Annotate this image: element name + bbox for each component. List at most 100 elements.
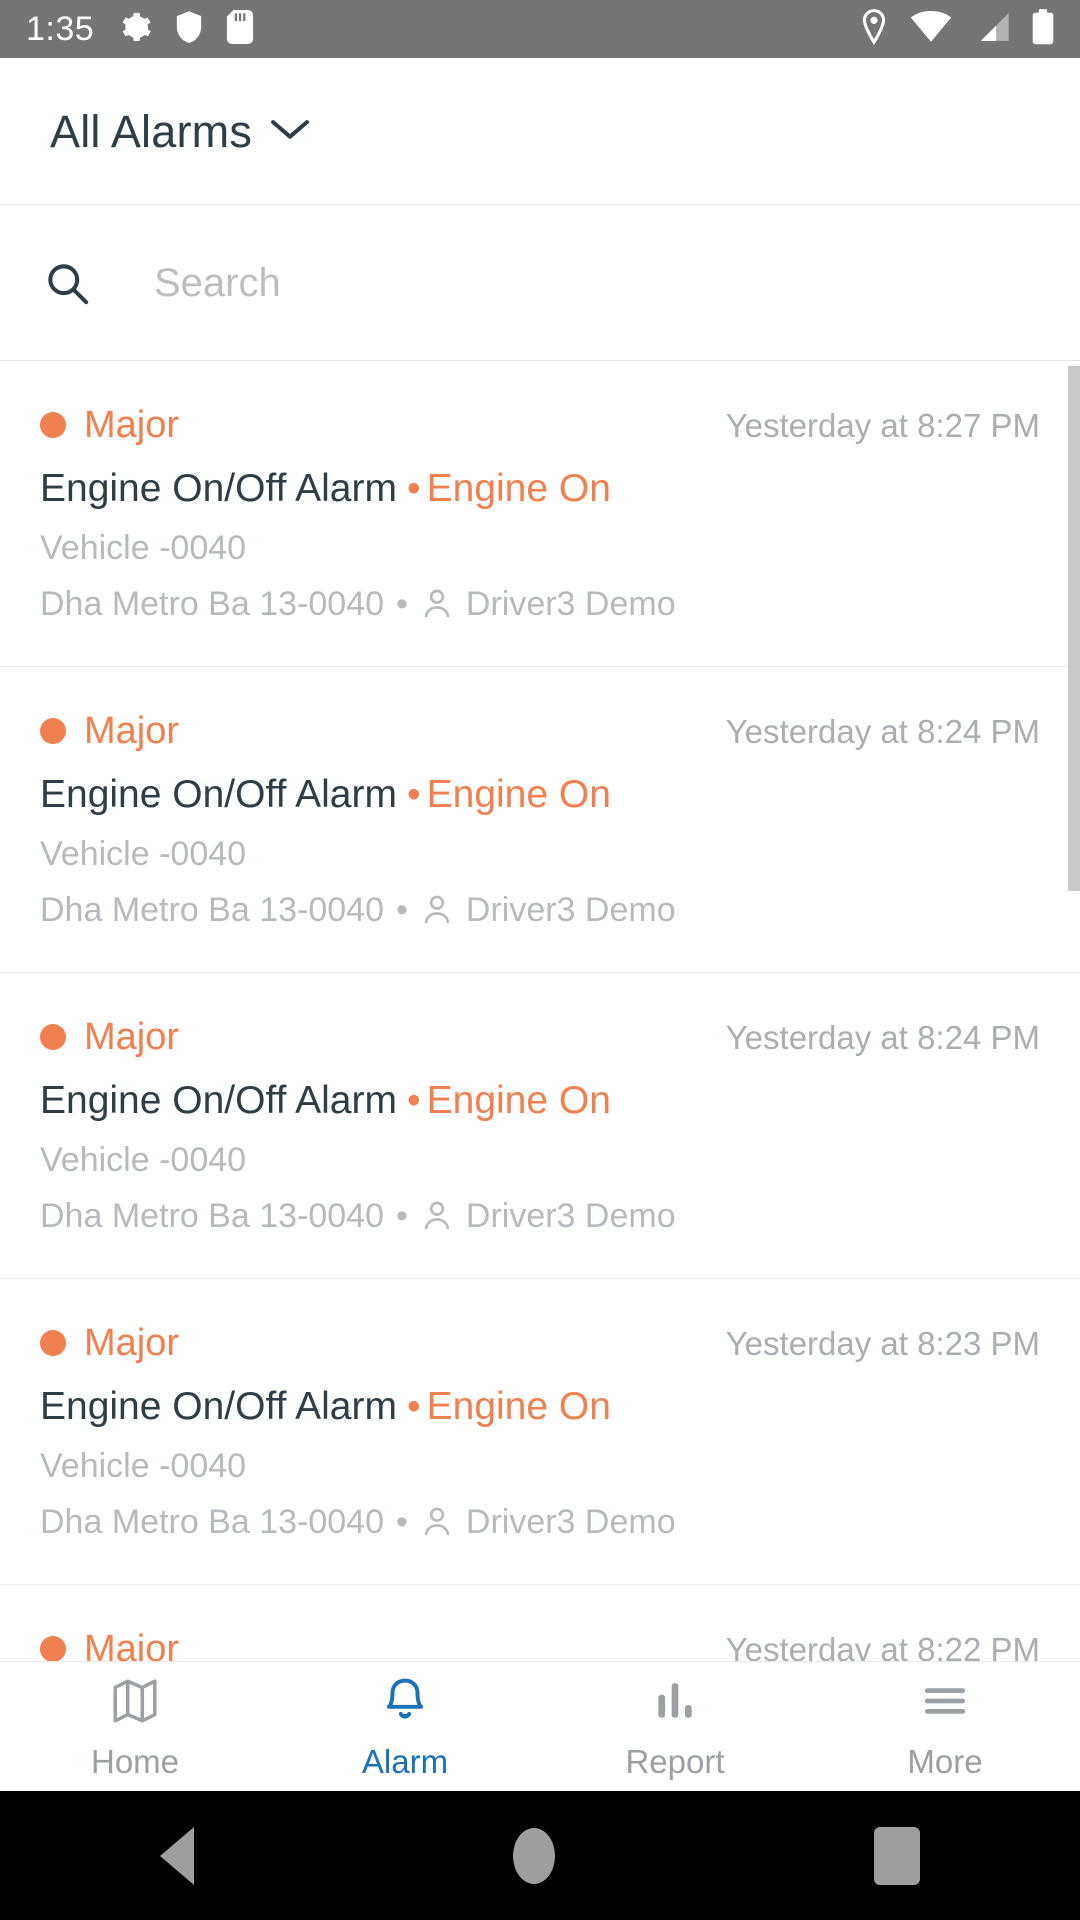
asset-name: Dha Metro Ba 13-0040 bbox=[40, 890, 384, 929]
nav-label-more: More bbox=[907, 1742, 983, 1780]
nav-item-alarm[interactable]: Alarm bbox=[270, 1662, 540, 1791]
driver-name: Driver3 Demo bbox=[465, 1502, 676, 1541]
vehicle-name: Vehicle -0040 bbox=[40, 834, 247, 873]
sd-card-icon bbox=[226, 9, 254, 49]
cellular-signal-icon bbox=[974, 11, 1010, 48]
status-badge: Major bbox=[40, 712, 179, 750]
map-icon bbox=[110, 1676, 160, 1731]
severity-label: Major bbox=[84, 1322, 180, 1364]
nav-item-home[interactable]: Home bbox=[0, 1662, 270, 1791]
gear-icon bbox=[118, 10, 152, 49]
driver-name: Driver3 Demo bbox=[465, 1196, 676, 1235]
alarm-list[interactable]: Major Yesterday at 8:27 PM Engine On/Off… bbox=[0, 361, 1080, 1661]
alarm-meta-row: Dha Metro Ba 13-0040 • Driver3 Demo bbox=[40, 1199, 1040, 1233]
back-triangle-icon[interactable] bbox=[159, 1826, 194, 1885]
table-row[interactable]: Major Yesterday at 8:24 PM Engine On/Off… bbox=[0, 667, 1080, 973]
wifi-icon bbox=[910, 10, 952, 48]
severity-label: Major bbox=[84, 1016, 180, 1058]
alarm-meta-row: Dha Metro Ba 13-0040 • Driver3 Demo bbox=[40, 1505, 1040, 1539]
title-separator: • bbox=[406, 1385, 421, 1428]
status-bar-left-icons bbox=[118, 9, 254, 49]
search-bar[interactable]: Search bbox=[0, 205, 1080, 361]
alarm-status: Engine On bbox=[426, 1079, 611, 1122]
alarm-title-row: Engine On/Off Alarm • Engine On bbox=[40, 1385, 1040, 1428]
meta-separator: • bbox=[395, 1502, 408, 1541]
hamburger-icon bbox=[920, 1676, 970, 1731]
alarm-card-header: Major Yesterday at 8:24 PM bbox=[40, 707, 1040, 755]
search-icon bbox=[44, 260, 106, 306]
nav-item-more[interactable]: More bbox=[810, 1662, 1080, 1791]
table-row[interactable]: Major Yesterday at 8:23 PM Engine On/Off… bbox=[0, 1279, 1080, 1585]
home-circle-icon[interactable] bbox=[512, 1827, 555, 1884]
nav-label-alarm: Alarm bbox=[361, 1742, 449, 1780]
battery-icon bbox=[1032, 8, 1054, 50]
status-bar-clock: 1:35 bbox=[26, 10, 95, 48]
title-separator: • bbox=[406, 773, 421, 816]
alarm-card-header: Major Yesterday at 8:23 PM bbox=[40, 1319, 1040, 1367]
nav-label-home: Home bbox=[90, 1742, 180, 1780]
bottom-navigation: Home Alarm Report More bbox=[0, 1661, 1080, 1791]
driver-name: Driver3 Demo bbox=[465, 890, 676, 929]
chevron-down-icon bbox=[270, 116, 310, 147]
vehicle-name: Vehicle -0040 bbox=[40, 1446, 247, 1485]
person-icon bbox=[422, 1506, 452, 1538]
alarm-title-row: Engine On/Off Alarm • Engine On bbox=[40, 1079, 1040, 1122]
alarm-type: Engine On/Off Alarm bbox=[40, 1385, 397, 1428]
asset-name: Dha Metro Ba 13-0040 bbox=[40, 584, 384, 623]
severity-dot-icon bbox=[40, 412, 66, 438]
shield-icon bbox=[174, 10, 204, 49]
asset-name: Dha Metro Ba 13-0040 bbox=[40, 1502, 384, 1541]
title-separator: • bbox=[406, 1079, 421, 1122]
meta-separator: • bbox=[395, 584, 408, 623]
status-badge: Major bbox=[40, 1630, 179, 1661]
alarm-status: Engine On bbox=[426, 773, 611, 816]
nav-item-report[interactable]: Report bbox=[540, 1662, 810, 1791]
table-row[interactable]: Major Yesterday at 8:22 PM Engine On/Off… bbox=[0, 1585, 1080, 1661]
alarm-title-row: Engine On/Off Alarm • Engine On bbox=[40, 773, 1040, 816]
status-bar-right-icons bbox=[860, 8, 1054, 50]
title-separator: • bbox=[406, 467, 421, 510]
alarm-status: Engine On bbox=[426, 467, 611, 510]
alarm-timestamp: Yesterday at 8:23 PM bbox=[725, 1324, 1040, 1362]
severity-label: Major bbox=[84, 1628, 180, 1661]
severity-label: Major bbox=[84, 710, 180, 752]
severity-dot-icon bbox=[40, 1330, 66, 1356]
table-row[interactable]: Major Yesterday at 8:27 PM Engine On/Off… bbox=[0, 361, 1080, 667]
alarm-filter-dropdown[interactable]: All Alarms bbox=[50, 109, 310, 154]
severity-dot-icon bbox=[40, 1024, 66, 1050]
recent-apps-square-icon[interactable] bbox=[874, 1826, 921, 1885]
alarm-timestamp: Yesterday at 8:24 PM bbox=[725, 712, 1040, 750]
nav-label-report: Report bbox=[625, 1742, 725, 1780]
meta-separator: • bbox=[395, 1196, 408, 1235]
alarm-type: Engine On/Off Alarm bbox=[40, 773, 397, 816]
alarm-type: Engine On/Off Alarm bbox=[40, 1079, 397, 1122]
android-system-nav bbox=[0, 1791, 1080, 1920]
status-badge: Major bbox=[40, 1018, 179, 1056]
person-icon bbox=[422, 588, 452, 620]
alarm-timestamp: Yesterday at 8:22 PM bbox=[725, 1630, 1040, 1662]
alarm-status: Engine On bbox=[426, 1385, 611, 1428]
alarm-card-header: Major Yesterday at 8:22 PM bbox=[40, 1625, 1040, 1661]
alarm-timestamp: Yesterday at 8:27 PM bbox=[725, 406, 1040, 444]
scrollbar-thumb[interactable] bbox=[1068, 366, 1080, 891]
status-badge: Major bbox=[40, 406, 179, 444]
severity-label: Major bbox=[84, 404, 180, 446]
location-pin-icon bbox=[860, 8, 888, 50]
alarm-type: Engine On/Off Alarm bbox=[40, 467, 397, 510]
table-row[interactable]: Major Yesterday at 8:24 PM Engine On/Off… bbox=[0, 973, 1080, 1279]
status-badge: Major bbox=[40, 1324, 179, 1362]
alarm-meta-row: Dha Metro Ba 13-0040 • Driver3 Demo bbox=[40, 893, 1040, 927]
app-header: All Alarms bbox=[0, 58, 1080, 205]
page-title: All Alarms bbox=[50, 105, 253, 157]
severity-dot-icon bbox=[40, 718, 66, 744]
alarm-timestamp: Yesterday at 8:24 PM bbox=[725, 1018, 1040, 1056]
asset-name: Dha Metro Ba 13-0040 bbox=[40, 1196, 384, 1235]
alarm-card-header: Major Yesterday at 8:27 PM bbox=[40, 401, 1040, 449]
vehicle-name: Vehicle -0040 bbox=[40, 528, 247, 567]
search-input[interactable]: Search bbox=[154, 263, 281, 303]
person-icon bbox=[422, 894, 452, 926]
status-bar: 1:35 bbox=[0, 0, 1080, 58]
alarm-card-header: Major Yesterday at 8:24 PM bbox=[40, 1013, 1040, 1061]
driver-name: Driver3 Demo bbox=[465, 584, 676, 623]
alarm-title-row: Engine On/Off Alarm • Engine On bbox=[40, 467, 1040, 510]
